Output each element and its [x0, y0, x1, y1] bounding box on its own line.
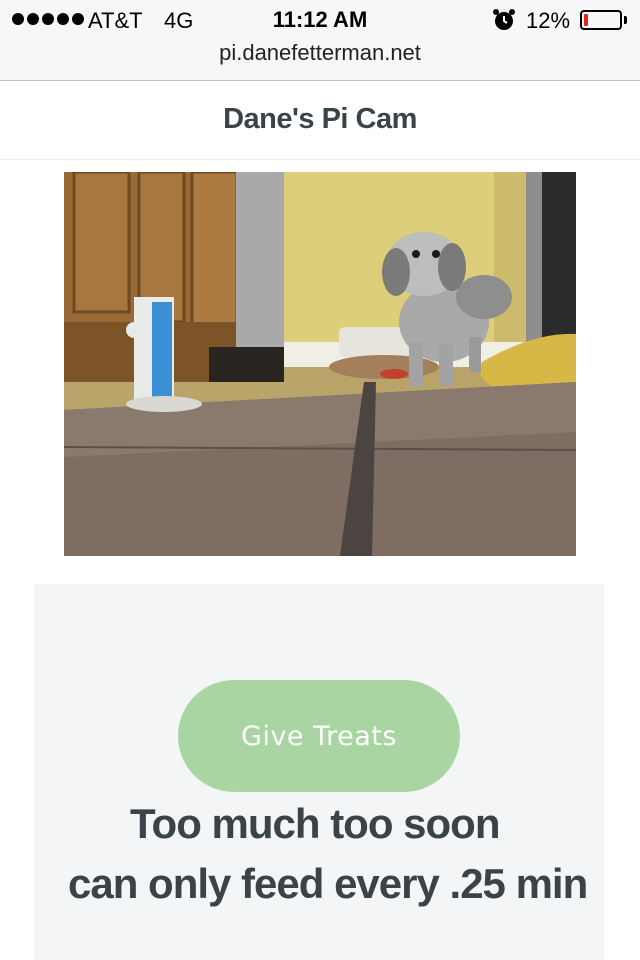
alarm-clock-icon	[493, 9, 515, 30]
cooldown-message-detail: can only feed every .25 min	[68, 860, 588, 907]
cooldown-message-title: Too much too soon	[130, 800, 500, 847]
url-text[interactable]: pi.danefetterman.net	[0, 40, 640, 66]
battery-percentage: 12%	[526, 8, 571, 33]
give-treats-button[interactable]: Give Treats	[178, 680, 460, 792]
camera-feed-image	[64, 172, 576, 556]
page-header: Dane's Pi Cam	[0, 81, 640, 160]
battery-tip	[624, 16, 627, 24]
battery-icon	[580, 10, 622, 30]
page-title: Dane's Pi Cam	[223, 103, 417, 135]
address-bar[interactable]: pi.danefetterman.net	[0, 40, 640, 81]
status-bar: AT&T 4G 11:12 AM 12%	[0, 0, 640, 40]
